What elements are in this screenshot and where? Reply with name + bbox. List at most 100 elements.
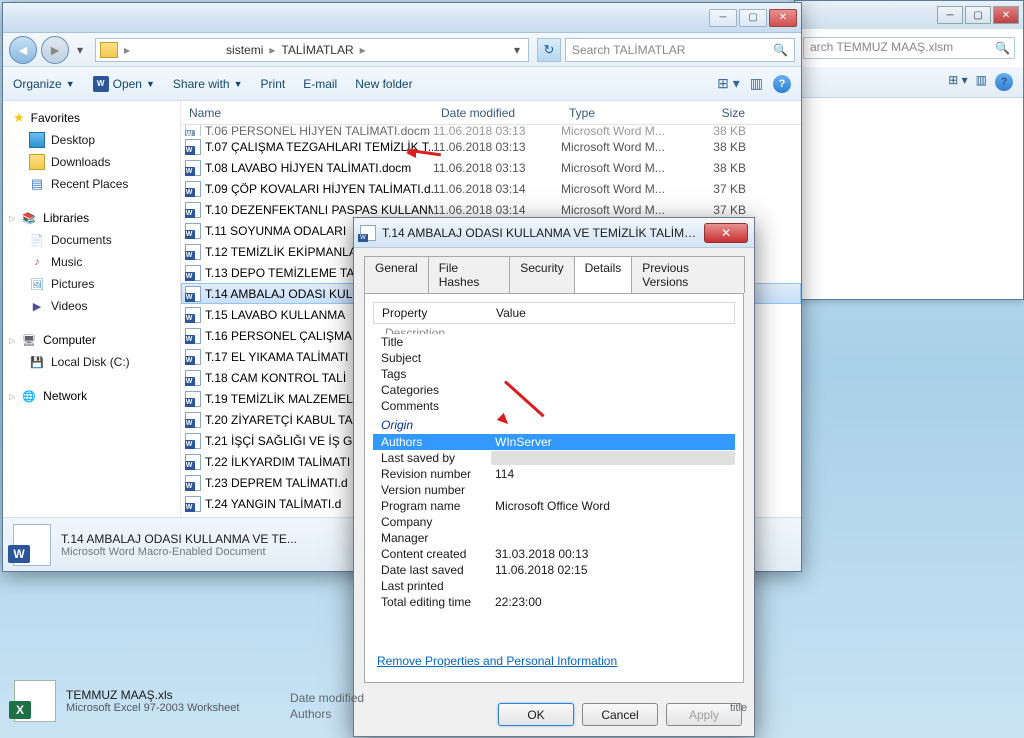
chevron-right-icon[interactable]: ▸ xyxy=(358,43,368,57)
col-name[interactable]: Name xyxy=(181,106,433,120)
computer-icon: 🖥 xyxy=(21,332,37,348)
property-row[interactable]: Categories xyxy=(373,382,735,398)
sidebar-favorites[interactable]: ★Favorites xyxy=(3,107,180,129)
property-row[interactable]: Content created31.03.2018 00:13 xyxy=(373,546,735,562)
property-row[interactable]: Company xyxy=(373,514,735,530)
view-options-button[interactable]: ⊞ ▾ xyxy=(717,75,740,92)
sidebar-desktop[interactable]: Desktop xyxy=(3,129,180,151)
property-row[interactable]: Last saved by xyxy=(373,450,735,466)
property-row[interactable]: Title xyxy=(373,334,735,350)
sidebar-pictures[interactable]: 🖼Pictures xyxy=(3,273,180,295)
sidebar-localdisk[interactable]: 💾Local Disk (C:) xyxy=(3,351,180,373)
property-row[interactable]: Comments xyxy=(373,398,735,414)
sidebar-recent[interactable]: ▤Recent Places xyxy=(3,173,180,195)
bg-maximize-button[interactable]: ▢ xyxy=(965,6,991,24)
col-type[interactable]: Type xyxy=(561,106,679,120)
preview-pane-button[interactable]: ▥ xyxy=(750,75,763,92)
col-size[interactable]: Size xyxy=(679,106,754,120)
tab-file-hashes[interactable]: File Hashes xyxy=(428,256,511,293)
section-origin: Origin xyxy=(373,414,735,434)
close-button[interactable]: ✕ xyxy=(769,9,797,27)
breadcrumb-item[interactable]: sistemi xyxy=(222,43,267,57)
desktop-file-meta2: title xyxy=(730,702,747,714)
property-row[interactable]: Version number xyxy=(373,482,735,498)
view-icon[interactable]: ⊞ ▾ xyxy=(948,73,967,91)
col-date[interactable]: Date modified xyxy=(433,106,561,120)
sidebar-libraries[interactable]: ▷📚Libraries xyxy=(3,207,180,229)
file-row[interactable]: T.09 ÇÖP KOVALARI HİJYEN TALİMATI.d...11… xyxy=(181,178,801,199)
bg-close-button[interactable]: ✕ xyxy=(993,6,1019,24)
dialog-close-button[interactable]: ✕ xyxy=(704,223,748,243)
file-row[interactable]: T.08 LAVABO HİJYEN TALİMATI.docm11.06.20… xyxy=(181,157,801,178)
header-value[interactable]: Value xyxy=(492,306,734,320)
cancel-button[interactable]: Cancel xyxy=(582,703,658,726)
sidebar-computer[interactable]: ▷🖥Computer xyxy=(3,329,180,351)
property-row[interactable]: Date last saved11.06.2018 02:15 xyxy=(373,562,735,578)
print-button[interactable]: Print xyxy=(261,77,286,91)
dialog-title: T.14 AMBALAJ ODASI KULLANMA VE TEMİZLİK … xyxy=(382,226,698,240)
property-row[interactable]: Last printed xyxy=(373,578,735,594)
sidebar-music[interactable]: ♪Music xyxy=(3,251,180,273)
ok-button[interactable]: OK xyxy=(498,703,574,726)
history-dropdown[interactable]: ▾ xyxy=(73,40,87,60)
network-icon: 🌐 xyxy=(21,388,37,404)
chevron-right-icon[interactable]: ▸ xyxy=(267,43,277,57)
bg-minimize-button[interactable]: ─ xyxy=(937,6,963,24)
property-row[interactable]: Subject xyxy=(373,350,735,366)
share-menu[interactable]: Share with ▼ xyxy=(173,77,243,91)
libraries-icon: 📚 xyxy=(21,210,37,226)
desktop-file[interactable]: TEMMUZ MAAŞ.xls Microsoft Excel 97-2003 … xyxy=(14,680,239,722)
property-row[interactable]: Tags xyxy=(373,366,735,382)
property-row[interactable]: Total editing time22:23:00 xyxy=(373,594,735,610)
file-row[interactable]: T.07 ÇALIŞMA TEZGAHLARI TEMİZLİK T...11.… xyxy=(181,136,801,157)
minimize-button[interactable]: ─ xyxy=(709,9,737,27)
preview-icon[interactable]: ▥ xyxy=(976,73,987,91)
property-row[interactable]: AuthorsWInServer xyxy=(373,434,735,450)
open-button[interactable]: WOpen ▼ xyxy=(93,76,155,92)
back-button[interactable]: ◄ xyxy=(9,36,37,64)
tab-details[interactable]: Details xyxy=(574,256,633,293)
property-row[interactable]: Manager xyxy=(373,530,735,546)
breadcrumb-item[interactable]: TALİMATLAR xyxy=(277,43,357,57)
tab-security[interactable]: Security xyxy=(509,256,574,293)
tab-general[interactable]: General xyxy=(364,256,429,293)
file-name: T.13 DEPO TEMİZLEME TA xyxy=(205,266,354,280)
titlebar[interactable]: ─ ▢ ✕ xyxy=(3,3,801,33)
file-size: 38 KB xyxy=(679,140,754,154)
chevron-right-icon[interactable]: ▸ xyxy=(122,43,132,57)
refresh-button[interactable]: ↻ xyxy=(537,38,561,62)
sidebar-network[interactable]: ▷🌐Network xyxy=(3,385,180,407)
file-name: T.10 DEZENFEKTANLI PASPAS KULLANM... xyxy=(205,203,433,217)
sidebar-documents[interactable]: 📄Documents xyxy=(3,229,180,251)
sidebar-videos[interactable]: ▶Videos xyxy=(3,295,180,317)
word-document-icon xyxy=(185,475,201,491)
remove-properties-link[interactable]: Remove Properties and Personal Informati… xyxy=(373,648,735,674)
address-bar[interactable]: ▸ sistemi ▸ TALİMATLAR ▸ ▾ xyxy=(95,38,529,62)
dialog-tabs: GeneralFile HashesSecurityDetailsPreviou… xyxy=(354,248,754,293)
organize-menu[interactable]: Organize ▼ xyxy=(13,77,75,91)
documents-icon: 📄 xyxy=(29,232,45,248)
tab-previous-versions[interactable]: Previous Versions xyxy=(631,256,745,293)
forward-button[interactable]: ► xyxy=(41,36,69,64)
header-property[interactable]: Property xyxy=(374,306,492,320)
new-folder-button[interactable]: New folder xyxy=(355,77,412,91)
sidebar-downloads[interactable]: Downloads xyxy=(3,151,180,173)
maximize-button[interactable]: ▢ xyxy=(739,9,767,27)
search-placeholder: Search TALİMATLAR xyxy=(572,43,685,57)
search-input[interactable]: Search TALİMATLAR 🔍 xyxy=(565,38,795,62)
dialog-buttons: OK Cancel Apply xyxy=(354,693,754,736)
help-icon[interactable]: ? xyxy=(995,73,1013,91)
address-dropdown[interactable]: ▾ xyxy=(510,43,524,57)
dialog-titlebar[interactable]: T.14 AMBALAJ ODASI KULLANMA VE TEMİZLİK … xyxy=(354,218,754,248)
word-document-icon xyxy=(185,265,201,281)
property-row[interactable]: Revision number114 xyxy=(373,466,735,482)
word-icon: W xyxy=(93,76,109,92)
file-size: 37 KB xyxy=(679,182,754,196)
email-button[interactable]: E-mail xyxy=(303,77,337,91)
property-list[interactable]: DescriptionTitleSubjectTagsCategoriesCom… xyxy=(373,326,735,648)
help-button[interactable]: ? xyxy=(773,75,791,93)
file-name: T.20 ZİYARETÇİ KABUL TA xyxy=(205,413,353,427)
property-row[interactable]: Program nameMicrosoft Office Word xyxy=(373,498,735,514)
bg-search-box[interactable]: arch TEMMUZ MAAŞ.xlsm 🔍 xyxy=(803,37,1015,59)
file-row[interactable]: T.06 PERSONEL HİJYEN TALİMATI.docm11.06.… xyxy=(181,125,801,136)
